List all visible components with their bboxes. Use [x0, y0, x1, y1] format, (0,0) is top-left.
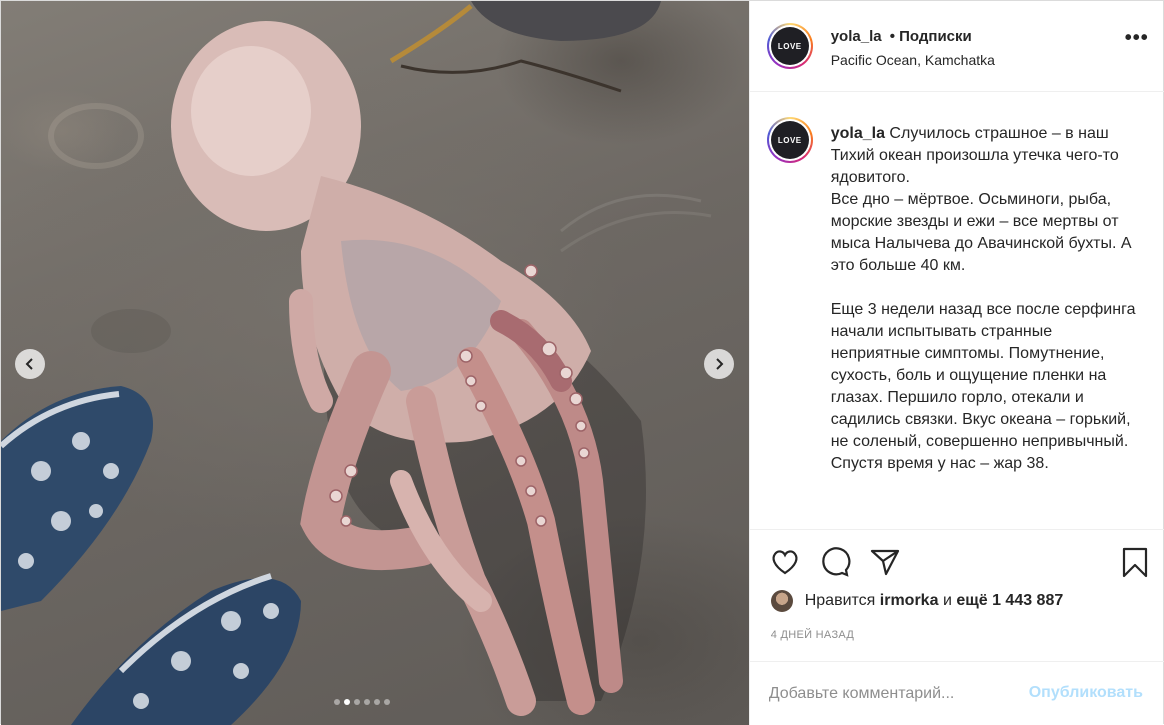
- action-bar: Нравится irmorka и ещё 1 443 887 4 ДНЕЙ …: [749, 529, 1164, 659]
- caption-username[interactable]: yola_la: [831, 125, 885, 142]
- likes-prefix: Нравится: [804, 592, 876, 609]
- octopus-photo: [1, 1, 712, 725]
- comment-icon[interactable]: [819, 546, 851, 583]
- carousel-dot: [334, 699, 340, 705]
- caption-text: yola_la Случилось страшное – в наш Тихий…: [831, 123, 1141, 475]
- carousel-next-button[interactable]: [704, 349, 734, 379]
- likes-and: и: [942, 592, 952, 609]
- location-link[interactable]: Pacific Ocean, Kamchatka: [831, 52, 995, 68]
- share-icon[interactable]: [869, 546, 901, 583]
- avatar[interactable]: LOVE: [766, 23, 813, 69]
- avatar[interactable]: LOVE: [766, 117, 813, 163]
- heart-icon[interactable]: [769, 546, 801, 583]
- liker-avatar[interactable]: [770, 590, 793, 612]
- username-link[interactable]: yola_la: [831, 28, 882, 45]
- publish-button[interactable]: Опубликовать: [1029, 684, 1143, 702]
- carousel-dot: [374, 699, 380, 705]
- liker-username[interactable]: irmorka: [880, 592, 939, 610]
- more-options-icon[interactable]: •••: [1125, 27, 1149, 50]
- caption-area: LOVE yola_la Случилось страшное – в наш …: [750, 93, 1164, 529]
- caption-body: Случилось страшное – в наш Тихий океан п…: [830, 125, 1136, 472]
- post-timestamp[interactable]: 4 ДНЕЙ НАЗАД: [771, 629, 854, 641]
- carousel-dot: [344, 699, 350, 705]
- likes-count[interactable]: ещё 1 443 887: [956, 592, 1063, 610]
- carousel-prev-button[interactable]: [15, 349, 45, 379]
- carousel-dot: [354, 699, 360, 705]
- post-media[interactable]: [1, 1, 749, 725]
- post-dialog: LOVE yola_la • Подписки Pacific Ocean, K…: [0, 0, 1164, 725]
- likes-summary: Нравится irmorka и ещё 1 443 887: [770, 590, 1063, 612]
- carousel-dot: [384, 699, 390, 705]
- carousel-dot: [364, 699, 370, 705]
- bookmark-icon[interactable]: [1119, 546, 1151, 583]
- chevron-right-icon: [716, 358, 724, 370]
- comment-input[interactable]: [768, 680, 1019, 708]
- follow-status[interactable]: • Подписки: [890, 28, 972, 45]
- carousel-indicator: [334, 699, 390, 705]
- comment-form: Опубликовать: [749, 661, 1164, 725]
- post-header: LOVE yola_la • Подписки Pacific Ocean, K…: [749, 1, 1164, 92]
- post-side-panel: LOVE yola_la • Подписки Pacific Ocean, K…: [748, 1, 1164, 725]
- chevron-left-icon: [25, 358, 33, 370]
